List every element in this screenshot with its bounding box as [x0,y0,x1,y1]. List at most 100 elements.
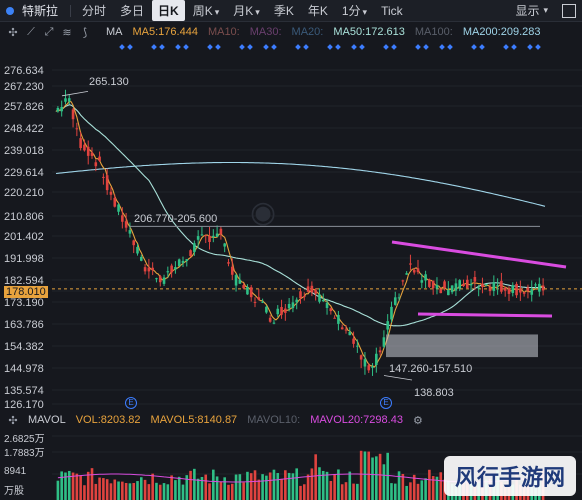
fib-tool-icon[interactable]: ⟆ [76,26,94,39]
chevron-down-icon[interactable]: ▾ [543,5,548,16]
volume-bar [109,483,113,500]
candle-body [162,277,166,284]
candle-body [158,276,162,283]
volume-bar [314,454,317,500]
event-dot [471,44,477,50]
event-dot [511,44,517,50]
volume-bar [439,472,443,500]
volume-bar [238,474,242,500]
volume-bar [230,483,234,500]
ma-indicator[interactable]: MA30: [250,26,282,38]
candle-body [465,279,469,288]
gap-zone [386,334,538,358]
tab-8[interactable]: Tick [375,2,409,20]
candle-body [443,281,446,289]
event-dot [535,44,541,50]
tab-5[interactable]: 季K [268,0,300,21]
volume-bar [151,473,154,500]
candle-body [132,240,136,246]
price-tick: 191.998 [4,253,44,265]
volume-bar [386,452,389,500]
ma5-line [55,100,546,368]
range-bottom-label: 147.260-157.510 [389,363,473,375]
event-dot [415,44,421,50]
tab-2[interactable]: 日K [152,0,185,21]
volume-bar [344,482,348,500]
volume-bar [420,480,424,500]
candle-body [139,256,143,261]
candle-body [261,301,264,303]
volume-bar [295,468,299,500]
volume-bar [325,471,329,500]
price-tick: 239.018 [4,145,44,157]
price-tick: 229.614 [4,167,44,179]
ma-label[interactable]: MA [106,26,123,38]
earnings-marker[interactable]: E [380,397,392,409]
price-tick: 144.978 [4,363,44,375]
earnings-marker[interactable]: E [125,397,137,409]
tab-4[interactable]: 月K [227,0,266,21]
event-dot [127,44,133,50]
candle-body [124,221,128,228]
mavol20-value: MAVOL20:7298.43 [310,414,403,426]
volume-bar [170,475,173,500]
candle-body [337,314,340,324]
candle-body [344,329,348,331]
event-dot [527,44,533,50]
ma-indicator[interactable]: MA20: [292,26,324,38]
tab-7[interactable]: 1分 [336,0,373,21]
volume-bar [246,471,249,500]
tab-0[interactable]: 分时 [76,0,112,21]
event-dot [295,44,301,50]
event-dot [263,44,269,50]
candle-body [299,291,302,299]
ma-indicator[interactable]: MA200:209.283 [463,26,541,38]
volume-bar [139,477,143,500]
candlestick-chart[interactable]: ◉ [0,62,582,412]
add-icon[interactable]: ✣ [4,414,22,427]
display-menu[interactable]: 显示 [515,2,539,19]
tab-1[interactable]: 多日 [114,0,150,21]
line-tool-icon[interactable]: ⟋ [22,26,40,39]
period-tabs: 分时多日日K周K月K季K年K1分Tick [75,0,410,21]
volume-bar [276,473,280,500]
ma-indicator[interactable]: MA5:176.444 [133,26,198,38]
add-icon[interactable]: ✣ [4,26,22,39]
tab-3[interactable]: 周K [187,0,226,21]
candle-body [405,273,408,275]
volume-bar [405,485,408,500]
volume-bar [287,472,291,500]
candle-body [526,287,530,291]
ma-indicator[interactable]: MA100: [415,26,453,38]
event-dot [335,44,341,50]
price-tick: 257.826 [4,101,44,113]
settings-icon[interactable]: ⚙ [409,414,427,427]
candle-body [227,262,230,264]
top-bar: 特斯拉 分时多日日K周K月K季K年K1分Tick 显示 ▾ [0,0,582,22]
volume-bar [124,483,128,500]
tab-6[interactable]: 年K [302,0,334,21]
ray-tool-icon[interactable]: ⤢ [40,26,58,39]
event-dot [479,44,485,50]
candle-body [295,299,299,303]
candle-body [113,197,117,207]
mavol-label[interactable]: MAVOL [28,414,66,426]
ma-indicator[interactable]: MA50:172.613 [333,26,405,38]
volume-bar [318,467,321,500]
candle-body [492,282,496,291]
volume-bar [390,483,393,500]
event-dot [383,44,389,50]
candle-body [86,146,90,156]
stock-selector[interactable]: 特斯拉 [0,2,66,19]
candle-body [302,296,306,298]
volume-bar [284,470,287,500]
trend-tool-icon[interactable]: ≋ [58,26,76,39]
price-tick: 248.422 [4,123,44,135]
ma-indicator[interactable]: MA10: [208,26,240,38]
event-dot [151,44,157,50]
volume-bar [147,484,151,500]
expand-icon[interactable] [562,3,576,18]
candle-body [348,332,352,336]
price-tick: 126.170 [4,399,44,411]
candle-body [276,308,280,315]
